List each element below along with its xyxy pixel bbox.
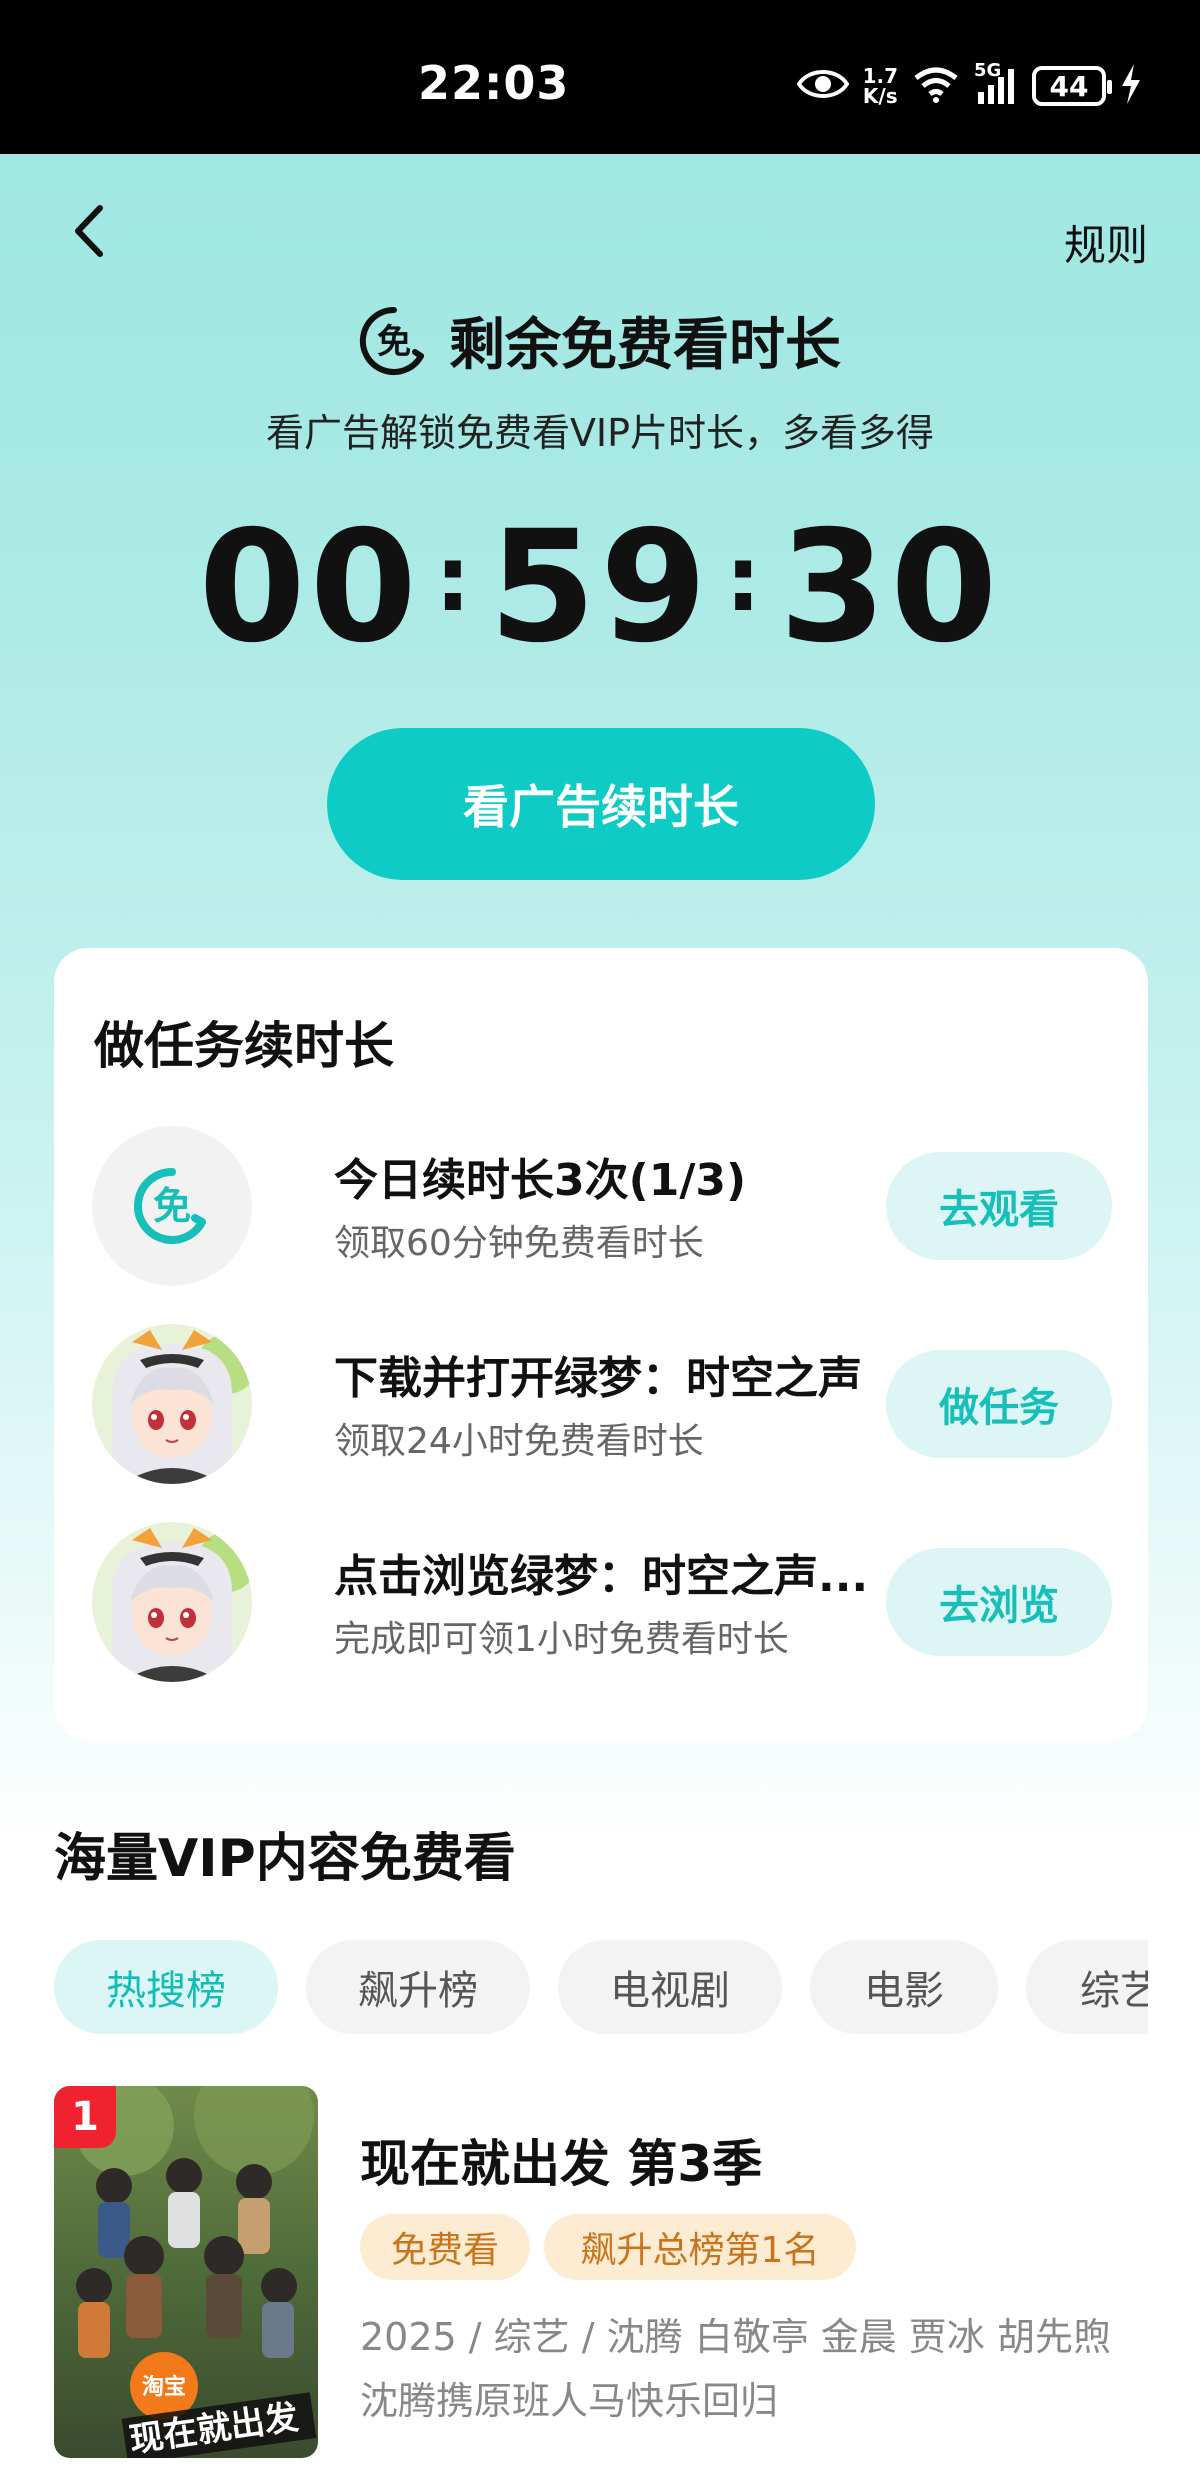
status-time: 22:03 bbox=[418, 56, 570, 110]
timer-seconds: 30 bbox=[779, 498, 1002, 677]
browse-button[interactable]: 去浏览 bbox=[886, 1548, 1112, 1656]
back-arrow-icon bbox=[75, 205, 103, 257]
cellular-signal-icon: 5G bbox=[974, 60, 1018, 106]
back-button[interactable] bbox=[62, 196, 122, 266]
poster-logo: 淘宝 bbox=[142, 2374, 186, 2400]
item-title[interactable]: 现在就出发 第3季 bbox=[360, 2124, 762, 2196]
task-row: 点击浏览绿梦：时空之声... 完成即可领1小时免费看时长 去浏览 bbox=[92, 1522, 1112, 1682]
task-title: 今日续时长3次(1/3) bbox=[334, 1155, 747, 1206]
anime-girl-avatar bbox=[92, 1324, 252, 1484]
timer-separator: : bbox=[434, 527, 475, 632]
tab-hot-search[interactable]: 热搜榜 bbox=[54, 1940, 278, 2034]
poster-image[interactable]: 淘宝 现在就出发 1 bbox=[54, 2086, 318, 2458]
vip-section-title: 海量VIP内容免费看 bbox=[54, 1829, 516, 1889]
page-subtitle: 看广告解锁免费看VIP片时长，多看多得 bbox=[265, 411, 935, 455]
task-card-title: 做任务续时长 bbox=[94, 1017, 394, 1075]
task-watch-button[interactable]: 去观看 bbox=[886, 1152, 1112, 1260]
wifi-icon bbox=[912, 64, 960, 108]
timer-hours: 00 bbox=[198, 498, 421, 677]
charging-icon bbox=[1120, 64, 1142, 108]
filter-tabs: 热搜榜 飙升榜 电视剧 电影 综艺 bbox=[54, 1940, 1148, 2036]
free-badge-icon: 免 bbox=[359, 306, 429, 376]
status-bar: 22:03 1.7 K/s 5G 44 bbox=[0, 0, 1200, 154]
task-desc: 领取60分钟免费看时长 bbox=[334, 1223, 704, 1264]
anime-girl-avatar bbox=[92, 1522, 252, 1682]
svg-text:免: 免 bbox=[377, 322, 411, 362]
page-title-row: 免 剩余免费看时长 bbox=[0, 300, 1200, 381]
page-title: 剩余免费看时长 bbox=[449, 313, 841, 378]
list-item[interactable]: 淘宝 现在就出发 1 现在就出发 第3季 免费看 飙升总榜第1名 2025 / … bbox=[54, 2086, 1148, 2466]
task-title: 点击浏览绿梦：时空之声... bbox=[334, 1551, 869, 1602]
battery-indicator: 44 bbox=[1032, 66, 1112, 106]
timer-separator: : bbox=[725, 527, 766, 632]
timer-minutes: 59 bbox=[488, 498, 712, 677]
tab-variety[interactable]: 综艺 bbox=[1026, 1940, 1148, 2034]
watch-ad-button[interactable]: 看广告续时长 bbox=[327, 728, 875, 880]
task-row: 免 今日续时长3次(1/3) 领取60分钟免费看时长 去观看 bbox=[92, 1126, 1112, 1286]
rules-link[interactable]: 规则 bbox=[1064, 212, 1148, 273]
rank-badge: 1 bbox=[54, 2086, 116, 2148]
task-desc: 领取24小时免费看时长 bbox=[334, 1421, 704, 1462]
item-meta: 2025 / 综艺 / 沈腾 白敬亭 金晨 贾冰 胡先煦 bbox=[360, 2315, 1111, 2359]
eye-icon bbox=[796, 66, 849, 106]
do-task-button[interactable]: 做任务 bbox=[886, 1350, 1112, 1458]
tab-movies[interactable]: 电影 bbox=[810, 1940, 998, 2034]
tab-tv-series[interactable]: 电视剧 bbox=[558, 1940, 782, 2034]
svg-text:免: 免 bbox=[153, 1184, 191, 1228]
free-badge-icon: 免 bbox=[92, 1126, 252, 1286]
task-desc: 完成即可领1小时免费看时长 bbox=[334, 1619, 789, 1660]
task-title: 下载并打开绿梦：时空之声 bbox=[334, 1353, 862, 1404]
task-card: 做任务续时长 免 今日续时长3次(1/3) 领取60分钟免费看时长 去观看 下载… bbox=[54, 948, 1148, 1740]
item-desc: 沈腾携原班人马快乐回归 bbox=[360, 2379, 779, 2423]
tab-rising[interactable]: 飙升榜 bbox=[306, 1940, 530, 2034]
net-speed: 1.7 K/s bbox=[862, 64, 898, 108]
status-icons: 1.7 K/s 5G 44 bbox=[796, 58, 1142, 114]
free-tag: 免费看 bbox=[360, 2214, 530, 2280]
countdown-timer: 00 : 59 : 30 bbox=[0, 508, 1200, 668]
task-row: 下载并打开绿梦：时空之声 领取24小时免费看时长 做任务 bbox=[92, 1324, 1112, 1484]
rank-tag: 飙升总榜第1名 bbox=[544, 2214, 856, 2280]
